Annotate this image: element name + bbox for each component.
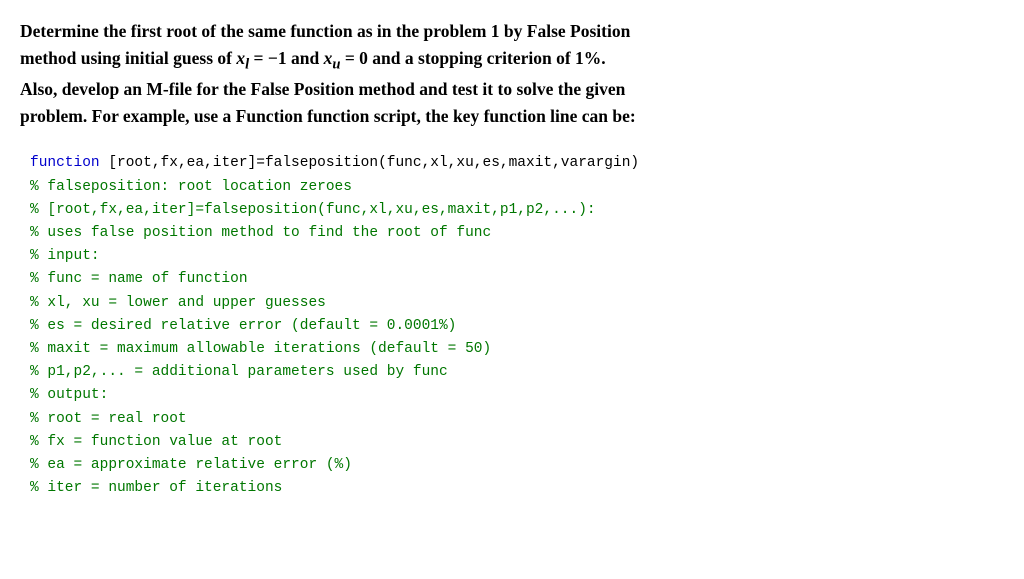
code-line-5: % input: (30, 245, 1004, 268)
code-line-15: % iter = number of iterations (30, 477, 1004, 500)
code-line-13: % fx = function value at root (30, 431, 1004, 454)
code-line-1: function [root,fx,ea,iter]=falseposition… (30, 152, 1004, 175)
code-line-11: % output: (30, 384, 1004, 407)
code-line-2: % falseposition: root location zeroes (30, 176, 1004, 199)
problem-statement: Determine the first root of the same fun… (20, 18, 1004, 130)
code-block: function [root,fx,ea,iter]=falseposition… (20, 148, 1004, 504)
code-line-12: % root = real root (30, 408, 1004, 431)
code-line-8: % es = desired relative error (default =… (30, 315, 1004, 338)
code-line-4: % uses false position method to find the… (30, 222, 1004, 245)
code-line-3: % [root,fx,ea,iter]=falseposition(func,x… (30, 199, 1004, 222)
code-line-9: % maxit = maximum allowable iterations (… (30, 338, 1004, 361)
code-line-10: % p1,p2,... = additional parameters used… (30, 361, 1004, 384)
code-line-6: % func = name of function (30, 268, 1004, 291)
code-line-14: % ea = approximate relative error (%) (30, 454, 1004, 477)
code-line-7: % xl, xu = lower and upper guesses (30, 292, 1004, 315)
